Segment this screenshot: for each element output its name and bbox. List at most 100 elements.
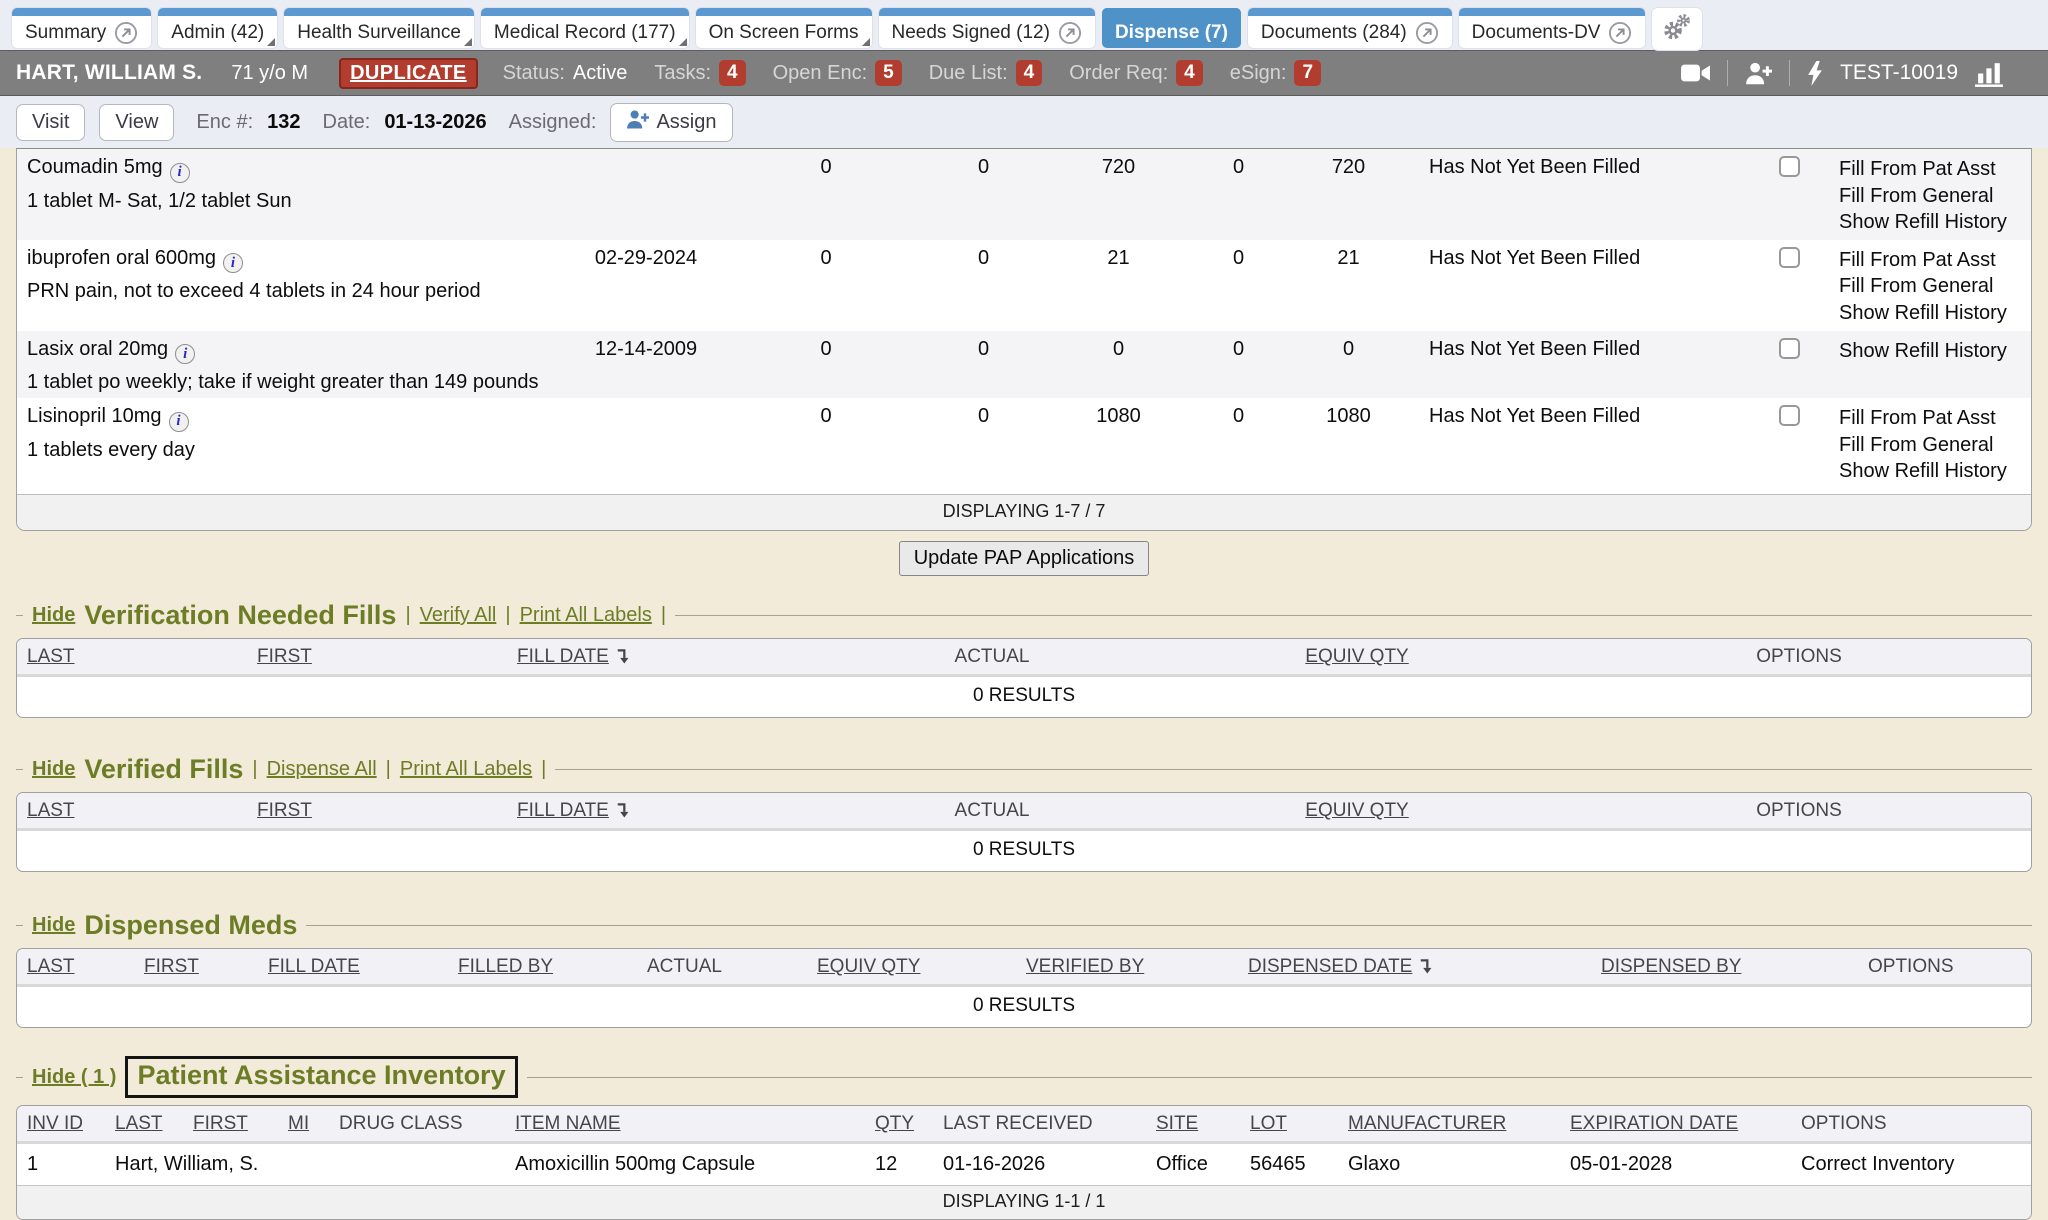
show-refill-history-link[interactable]: Show Refill History — [1839, 300, 2023, 327]
enc-date-value: 01-13-2026 — [384, 111, 486, 134]
col-verified-by[interactable]: VERIFIED BY — [1016, 949, 1238, 986]
col-qty[interactable]: QTY — [865, 1106, 933, 1143]
duplicate-badge[interactable]: DUPLICATE — [339, 58, 478, 89]
col-first[interactable]: FIRST — [183, 1106, 278, 1143]
hide-verified-fills-link[interactable]: Hide — [32, 758, 75, 781]
tab-settings-button[interactable] — [1652, 8, 1702, 50]
open-in-new-window-icon[interactable] — [1058, 21, 1082, 45]
lightning-icon[interactable] — [1807, 61, 1823, 86]
show-refill-history-link[interactable]: Show Refill History — [1839, 338, 2023, 365]
fill-from-pat-asst-link[interactable]: Fill From Pat Asst — [1839, 405, 2023, 432]
col-equiv-qty[interactable]: EQUIV QTY — [1147, 793, 1567, 830]
tab-dispense[interactable]: Dispense (7) — [1102, 8, 1241, 48]
info-icon[interactable]: i — [170, 163, 190, 183]
med-qty: 0 — [731, 149, 921, 240]
esign-label: eSign: — [1230, 62, 1287, 85]
tab-admin[interactable]: Admin (42) — [158, 8, 277, 48]
tab-health-surveillance[interactable]: Health Surveillance — [284, 8, 474, 48]
tab-needs-signed[interactable]: Needs Signed (12) — [879, 8, 1095, 48]
esign-count-badge[interactable]: 7 — [1294, 60, 1321, 86]
due-list-count-badge[interactable]: 4 — [1016, 60, 1043, 86]
update-pap-applications-button[interactable]: Update PAP Applications — [899, 541, 1150, 576]
tab-documents-dv[interactable]: Documents-DV — [1459, 8, 1646, 48]
col-first[interactable]: FIRST — [247, 793, 507, 830]
col-dispensed-by[interactable]: DISPENSED BY — [1591, 949, 1858, 986]
open-enc-count-badge[interactable]: 5 — [875, 60, 902, 86]
info-icon[interactable]: i — [169, 412, 189, 432]
tab-summary[interactable]: Summary — [12, 8, 151, 48]
correct-inventory-link[interactable]: Correct Inventory — [1791, 1143, 2031, 1186]
med-date: 12-14-2009 — [561, 331, 731, 399]
print-all-labels-link[interactable]: Print All Labels — [520, 604, 652, 627]
main-tab-bar: Summary Admin (42) Health Surveillance M… — [0, 0, 2048, 50]
print-all-labels-link[interactable]: Print All Labels — [400, 758, 532, 781]
patient-name: Hart, William, S. — [105, 1143, 329, 1186]
row-checkbox[interactable] — [1779, 405, 1800, 426]
row-checkbox[interactable] — [1779, 247, 1800, 268]
med-qty: 21 — [1046, 240, 1191, 331]
col-site[interactable]: SITE — [1146, 1106, 1240, 1143]
col-last[interactable]: LAST — [17, 793, 247, 830]
bar-chart-icon[interactable] — [1975, 60, 2006, 87]
col-mi[interactable]: MI — [278, 1106, 329, 1143]
hide-verification-needed-fills-link[interactable]: Hide — [32, 604, 75, 627]
dispense-all-link[interactable]: Dispense All — [267, 758, 377, 781]
assign-button[interactable]: Assign — [610, 103, 732, 142]
verify-all-link[interactable]: Verify All — [420, 604, 497, 627]
info-icon[interactable]: i — [175, 344, 195, 364]
hide-dispensed-meds-link[interactable]: Hide — [32, 914, 75, 937]
divider — [675, 615, 2032, 616]
assign-person-icon — [626, 110, 649, 135]
order-req-count-badge[interactable]: 4 — [1176, 60, 1203, 86]
verification-needed-fills-table: LAST FIRST FILL DATE ACTUAL EQUIV QTY OP… — [16, 638, 2032, 718]
view-button[interactable]: View — [99, 104, 174, 141]
med-qty: 0 — [1191, 149, 1286, 240]
col-manufacturer[interactable]: MANUFACTURER — [1338, 1106, 1560, 1143]
row-checkbox[interactable] — [1779, 156, 1800, 177]
col-equiv-qty[interactable]: EQUIV QTY — [1147, 639, 1567, 676]
col-fill-date[interactable]: FILL DATE — [507, 639, 837, 676]
col-last[interactable]: LAST — [17, 639, 247, 676]
col-last[interactable]: LAST — [105, 1106, 183, 1143]
med-qty: 0 — [1046, 331, 1191, 399]
col-first[interactable]: FIRST — [134, 949, 258, 986]
open-in-new-window-icon[interactable] — [114, 21, 138, 45]
col-fill-date[interactable]: FILL DATE — [258, 949, 448, 986]
tab-documents[interactable]: Documents (284) — [1248, 8, 1452, 48]
hide-patient-assistance-inventory-link[interactable]: Hide ( 1 ) — [32, 1066, 116, 1089]
fill-from-general-link[interactable]: Fill From General — [1839, 273, 2023, 300]
fill-from-general-link[interactable]: Fill From General — [1839, 432, 2023, 459]
col-lot[interactable]: LOT — [1240, 1106, 1338, 1143]
add-person-icon[interactable] — [1745, 62, 1772, 85]
row-checkbox[interactable] — [1779, 338, 1800, 359]
fill-from-pat-asst-link[interactable]: Fill From Pat Asst — [1839, 156, 2023, 183]
tab-medical-record[interactable]: Medical Record (177) — [481, 8, 689, 48]
gear-icon — [1662, 12, 1692, 47]
open-in-new-window-icon[interactable] — [1608, 21, 1632, 45]
col-inv-id[interactable]: INV ID — [17, 1106, 105, 1143]
open-in-new-window-icon[interactable] — [1415, 21, 1439, 45]
col-last[interactable]: LAST — [17, 949, 134, 986]
show-refill-history-link[interactable]: Show Refill History — [1839, 458, 2023, 485]
col-expiration-date[interactable]: EXPIRATION DATE — [1560, 1106, 1791, 1143]
table-row: Lisinopril 10mgi 1 tablets every day 0 0… — [17, 398, 2031, 494]
med-qty: 0 — [921, 398, 1046, 494]
col-equiv-qty[interactable]: EQUIV QTY — [807, 949, 1016, 986]
fill-status: Has Not Yet Been Filled — [1411, 331, 1771, 399]
info-icon[interactable]: i — [223, 253, 243, 273]
col-options: OPTIONS — [1858, 949, 2031, 986]
show-refill-history-link[interactable]: Show Refill History — [1839, 209, 2023, 236]
dispensed-meds-table: LAST FIRST FILL DATE FILLED BY ACTUAL EQ… — [16, 948, 2032, 1028]
col-dispensed-date[interactable]: DISPENSED DATE — [1238, 949, 1591, 986]
fill-from-general-link[interactable]: Fill From General — [1839, 183, 2023, 210]
tab-on-screen-forms[interactable]: On Screen Forms — [696, 8, 872, 48]
visit-button[interactable]: Visit — [16, 104, 85, 141]
patient-assistance-inventory-table: INV ID LAST FIRST MI DRUG CLASS ITEM NAM… — [16, 1105, 2032, 1220]
video-camera-icon[interactable] — [1681, 63, 1710, 83]
col-filled-by[interactable]: FILLED BY — [448, 949, 637, 986]
col-item-name[interactable]: ITEM NAME — [505, 1106, 865, 1143]
col-first[interactable]: FIRST — [247, 639, 507, 676]
tasks-count-badge[interactable]: 4 — [719, 60, 746, 86]
fill-from-pat-asst-link[interactable]: Fill From Pat Asst — [1839, 247, 2023, 274]
col-fill-date[interactable]: FILL DATE — [507, 793, 837, 830]
